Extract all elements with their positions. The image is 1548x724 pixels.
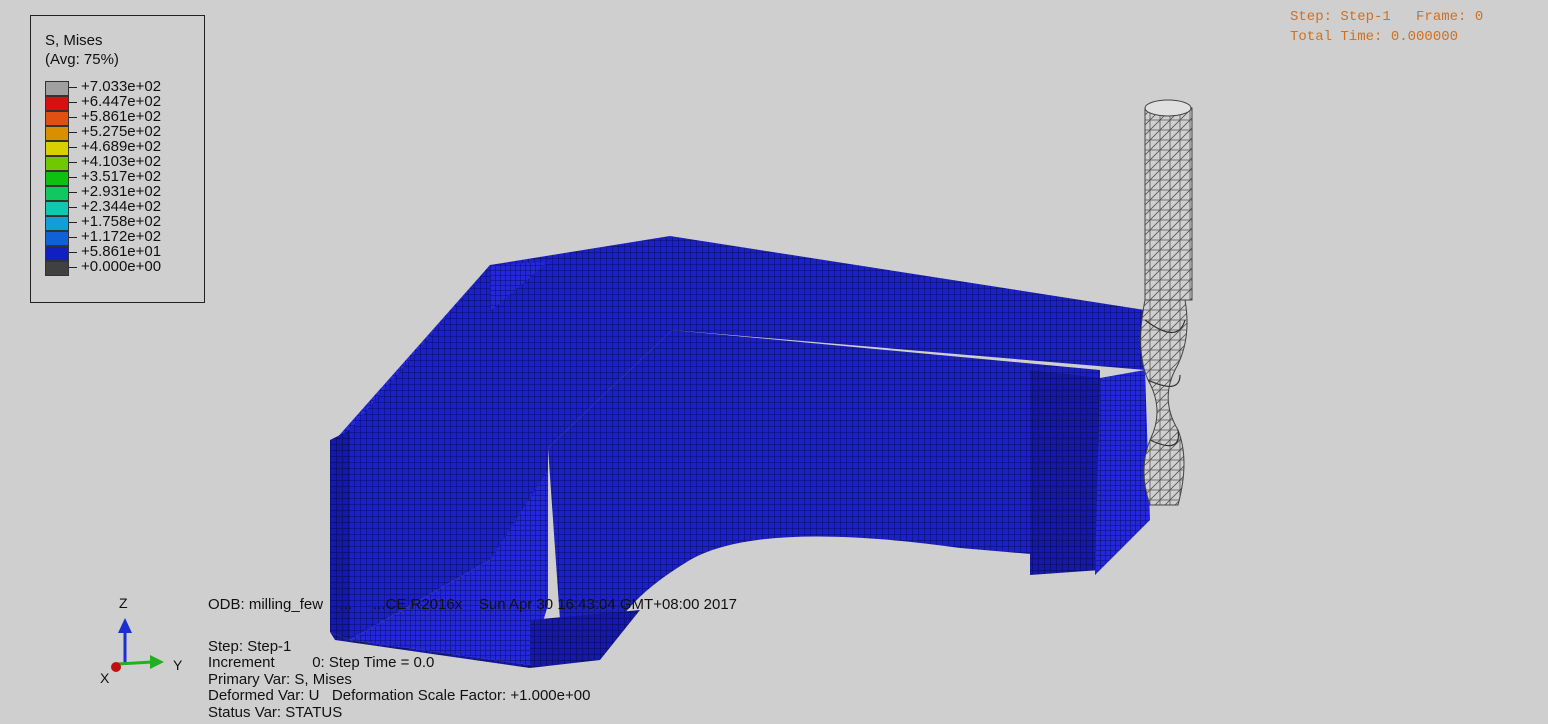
curved-wall [548,330,1100,620]
deformed-var-line: Deformed Var: U Deformation Scale Factor… [208,687,591,704]
viewport[interactable]: S, Mises (Avg: 75%) +7.033e+02 +6.447e+02… [0,0,1548,724]
triad-y-label: Y [173,657,183,673]
right-floor [1095,370,1150,575]
step-info-line: Step: Step-1 [208,638,292,655]
x-axis-dot [111,662,121,672]
milling-tool[interactable] [1140,99,1193,506]
primary-var-line: Primary Var: S, Mises [208,671,352,688]
odb-info-line: ODB: milling_few ... ...CE R2016x Sun Ap… [208,596,738,613]
y-axis-arrow [150,655,164,669]
triad-x-label: X [100,670,110,686]
front-right-wall [1030,370,1100,575]
axis-triad [111,618,164,672]
increment-info-line: Increment 0: Step Time = 0.0 [208,654,435,671]
lower-lip [530,610,640,668]
model-view[interactable] [0,0,1548,724]
tool-top [1144,99,1192,117]
tool-shank [1144,101,1193,301]
z-axis-arrow [118,618,132,633]
triad-z-label: Z [119,595,128,611]
status-var-line: Status Var: STATUS [208,704,343,721]
